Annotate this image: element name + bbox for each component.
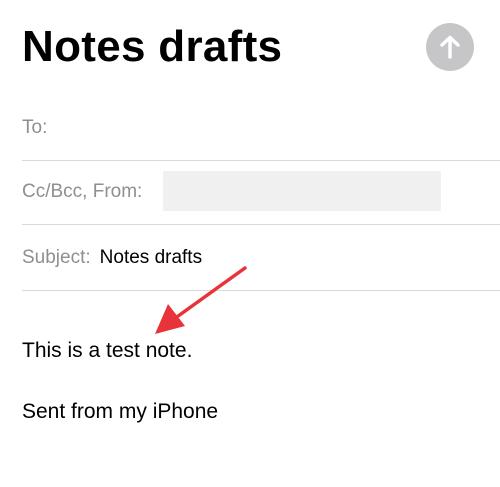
- email-signature[interactable]: Sent from my iPhone: [22, 399, 218, 425]
- cc-bcc-from-row[interactable]: Cc/Bcc, From:: [22, 160, 500, 225]
- cc-bcc-from-label: Cc/Bcc, From:: [22, 181, 143, 202]
- message-body-text[interactable]: This is a test note.: [22, 338, 192, 364]
- to-field-row[interactable]: To:: [22, 96, 500, 161]
- from-address-field[interactable]: [163, 171, 441, 211]
- arrow-up-icon: [440, 35, 460, 59]
- subject-row[interactable]: Subject: Notes drafts: [22, 226, 500, 291]
- to-input[interactable]: [55, 108, 500, 148]
- subject-label: Subject:: [22, 247, 91, 268]
- email-subject-title: Notes drafts: [22, 22, 283, 71]
- send-button[interactable]: [426, 23, 474, 71]
- subject-input[interactable]: Notes drafts: [100, 247, 202, 269]
- to-label: To:: [22, 117, 48, 138]
